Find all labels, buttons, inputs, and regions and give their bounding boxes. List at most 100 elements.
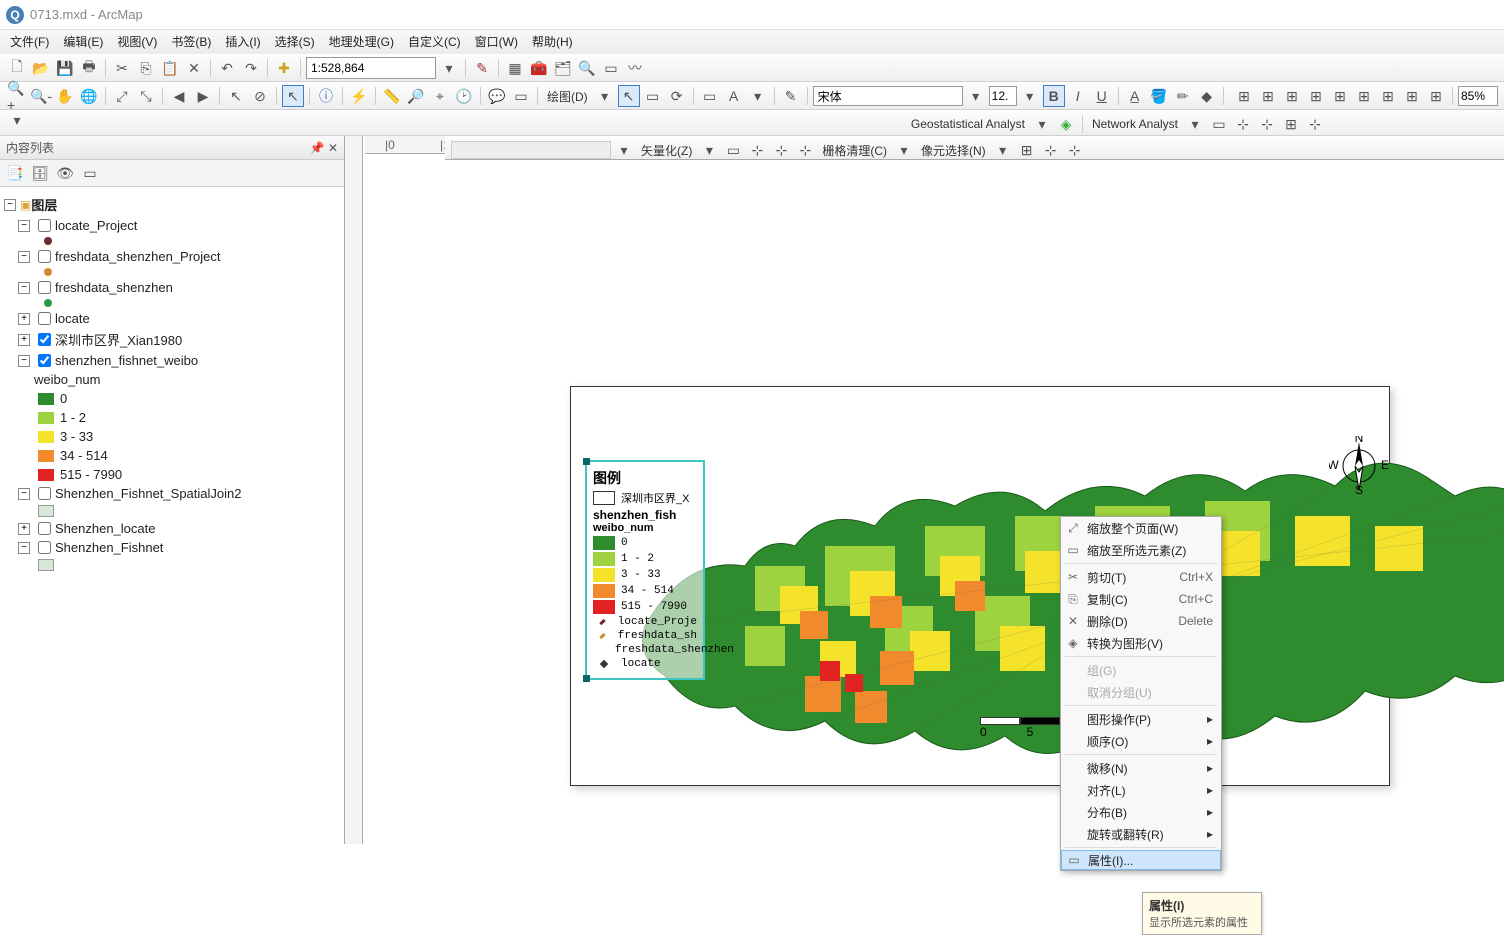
network-icon2[interactable]: ⊹ xyxy=(1232,113,1254,135)
network-label[interactable]: Network Analyst xyxy=(1088,117,1182,131)
ps-icon1[interactable]: ⊞ xyxy=(1016,139,1038,161)
save-icon[interactable]: 💾 xyxy=(54,57,76,79)
underline-icon[interactable]: U xyxy=(1091,85,1113,107)
new-icon[interactable]: 🗋 xyxy=(6,57,28,79)
italic-icon[interactable]: I xyxy=(1067,85,1089,107)
layer-checkbox[interactable] xyxy=(38,522,51,535)
clear-selection-icon[interactable]: ⊘ xyxy=(249,85,271,107)
layer-checkbox[interactable] xyxy=(38,312,51,325)
fixed-zoomin-icon[interactable]: ⤢ xyxy=(111,85,133,107)
python-icon[interactable]: 〰 xyxy=(624,57,646,79)
editor-icon[interactable]: ✎ xyxy=(471,57,493,79)
cut-icon[interactable]: ✂ xyxy=(111,57,133,79)
layer-name[interactable]: freshdata_shenzhen xyxy=(55,280,173,295)
georef-icon3[interactable]: ⊞ xyxy=(1281,85,1303,107)
redo-icon[interactable]: ↷ xyxy=(240,57,262,79)
menu-item[interactable]: 窗口(W) xyxy=(475,33,518,51)
network-icon4[interactable]: ⊞ xyxy=(1280,113,1302,135)
hyperlink-icon[interactable]: ⚡ xyxy=(348,85,370,107)
network-dropdown-icon[interactable]: ▾ xyxy=(1184,113,1206,135)
menu-item[interactable]: 插入(I) xyxy=(225,33,260,51)
map-legend[interactable]: 图例深圳市区界_Xshenzhen_fishweibo_num01 - 23 -… xyxy=(585,460,705,680)
paste-icon[interactable]: 📋 xyxy=(159,57,181,79)
layer-checkbox[interactable] xyxy=(38,250,51,263)
context-menu-item[interactable]: ✕删除(D)Delete xyxy=(1061,610,1221,632)
collapse-icon[interactable]: − xyxy=(18,488,30,500)
collapse-icon[interactable]: − xyxy=(18,355,30,367)
zoomout-icon[interactable]: 🔍- xyxy=(30,85,52,107)
toc-close-icon[interactable]: ✕ xyxy=(328,141,338,155)
list-by-visibility-icon[interactable]: 👁 xyxy=(54,162,76,184)
font-dropdown-icon[interactable]: ▾ xyxy=(965,85,987,107)
toolbox-icon[interactable]: 🧰 xyxy=(528,57,550,79)
geostat-label[interactable]: Geostatistical Analyst xyxy=(907,117,1029,131)
collapse-icon[interactable]: + xyxy=(18,334,30,346)
ps-icon2[interactable]: ⊹ xyxy=(1040,139,1062,161)
list-by-drawing-icon[interactable]: 📑 xyxy=(4,162,26,184)
georef-icon9[interactable]: ⊞ xyxy=(1425,85,1447,107)
select-element-icon[interactable]: ↖ xyxy=(282,85,304,107)
menu-item[interactable]: 选择(S) xyxy=(275,33,315,51)
collapse-icon[interactable]: + xyxy=(18,523,30,535)
ps-icon3[interactable]: ⊹ xyxy=(1064,139,1086,161)
layer-name[interactable]: freshdata_shenzhen_Project xyxy=(55,249,221,264)
context-menu-item[interactable]: ▭属性(I)... xyxy=(1061,850,1221,870)
font-input[interactable] xyxy=(813,86,963,106)
back-icon[interactable]: ◀ xyxy=(168,85,190,107)
copy-icon[interactable]: ⎘ xyxy=(135,57,157,79)
window-icon[interactable]: ▭ xyxy=(600,57,622,79)
list-by-source-icon[interactable]: 🗄 xyxy=(29,162,51,184)
rc-dropdown[interactable]: ▾ xyxy=(893,139,915,161)
layer-name[interactable]: locate_Project xyxy=(55,218,137,233)
collapse-icon[interactable]: − xyxy=(18,282,30,294)
layer-checkbox[interactable] xyxy=(38,541,51,554)
georef-icon8[interactable]: ⊞ xyxy=(1401,85,1423,107)
vec-tool-dropdown[interactable]: ▾ xyxy=(698,139,720,161)
raster-clean-label[interactable]: 栅格清理(C) xyxy=(818,142,891,159)
forward-icon[interactable]: ▶ xyxy=(192,85,214,107)
layer-name[interactable]: Shenzhen_Fishnet_SpatialJoin2 xyxy=(55,486,241,501)
collapse-icon[interactable]: + xyxy=(18,313,30,325)
draw-label[interactable]: 绘图(D) xyxy=(543,88,592,105)
network-icon5[interactable]: ⊹ xyxy=(1304,113,1326,135)
scale-dropdown-icon[interactable]: ▾ xyxy=(438,57,460,79)
context-menu-item[interactable]: 旋转或翻转(R)▸ xyxy=(1061,823,1221,845)
menu-item[interactable]: 地理处理(G) xyxy=(329,33,394,51)
search-icon[interactable]: 🔍 xyxy=(576,57,598,79)
layer-checkbox[interactable] xyxy=(38,281,51,294)
georef-icon4[interactable]: ⊞ xyxy=(1305,85,1327,107)
layer-checkbox[interactable] xyxy=(38,487,51,500)
identify-icon[interactable]: ⓘ xyxy=(315,85,337,107)
layer-name[interactable]: shenzhen_fishnet_weibo xyxy=(55,353,198,368)
viewer-window-icon[interactable]: ▭ xyxy=(510,85,532,107)
text-box-icon[interactable]: ▭ xyxy=(699,85,721,107)
rectangle-icon[interactable]: ▭ xyxy=(642,85,664,107)
georef-icon7[interactable]: ⊞ xyxy=(1377,85,1399,107)
vectorize-label[interactable]: 矢量化(Z) xyxy=(637,142,696,159)
layer-name[interactable]: 深圳市区界_Xian1980 xyxy=(55,330,182,349)
draw-dropdown-icon[interactable]: ▾ xyxy=(594,85,616,107)
fixed-zoomout-icon[interactable]: ⤡ xyxy=(135,85,157,107)
collapse-icon[interactable]: − xyxy=(4,199,16,211)
layer-checkbox[interactable] xyxy=(38,333,51,346)
toc-pin-icon[interactable]: 📌 xyxy=(310,141,325,155)
pixel-select-label[interactable]: 像元选择(N) xyxy=(917,142,990,159)
network-icon[interactable]: ▭ xyxy=(1208,113,1230,135)
georef-icon[interactable]: ⊞ xyxy=(1233,85,1255,107)
print-icon[interactable]: 🖶 xyxy=(78,57,100,79)
vec-icon3[interactable]: ⊹ xyxy=(770,139,792,161)
layer-name[interactable]: Shenzhen_Fishnet xyxy=(55,540,163,555)
edit-vertices-icon[interactable]: ✎ xyxy=(780,85,802,107)
menu-item[interactable]: 编辑(E) xyxy=(63,33,103,51)
context-menu-item[interactable]: ⤢缩放整个页面(W) xyxy=(1061,517,1221,539)
time-slider-icon[interactable]: 🕑 xyxy=(453,85,475,107)
list-by-selection-icon[interactable]: ▭ xyxy=(79,162,101,184)
measure-icon[interactable]: 📏 xyxy=(381,85,403,107)
vec-icon2[interactable]: ⊹ xyxy=(746,139,768,161)
menu-item[interactable]: 文件(F) xyxy=(10,33,49,51)
layout-view[interactable]: |0|1|2|3|4|5|6|7|8|9|10|11|12|13|14|15|1… xyxy=(345,136,1504,844)
select-arrow-icon[interactable]: ↖ xyxy=(618,85,640,107)
pan-icon[interactable]: ✋ xyxy=(54,85,76,107)
marker-color-icon[interactable]: ◆ xyxy=(1196,85,1218,107)
line-color-icon[interactable]: ✏ xyxy=(1172,85,1194,107)
